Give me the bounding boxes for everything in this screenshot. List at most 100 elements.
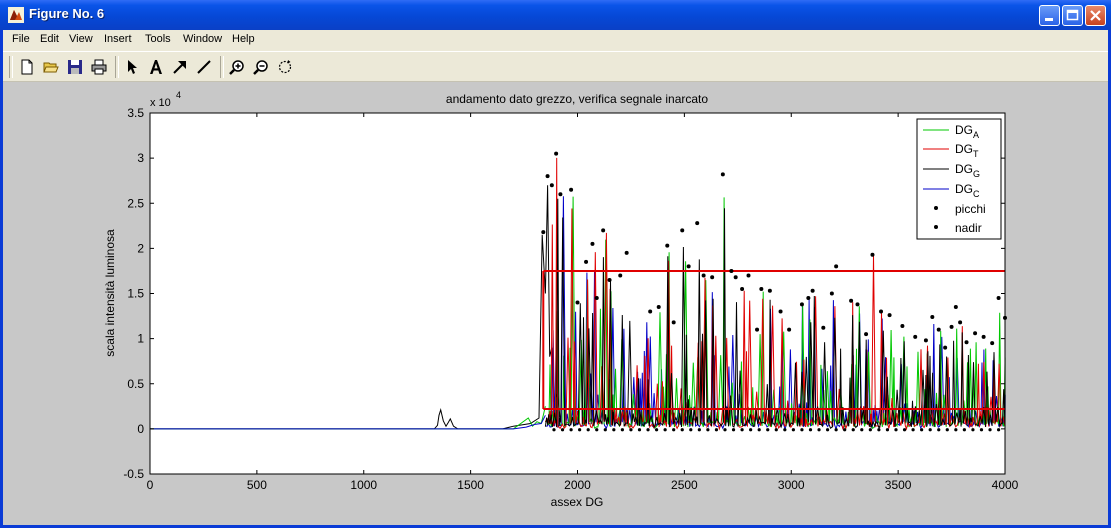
peak-marker	[855, 302, 860, 307]
peak-marker	[879, 309, 884, 314]
menu-edit[interactable]: Edit	[40, 33, 59, 45]
minimize-button[interactable]	[1039, 5, 1060, 26]
legend[interactable]: DGA DGT DGG DGC picchi nadir	[916, 118, 1002, 240]
nadir-marker	[672, 428, 676, 432]
nadir-marker	[877, 428, 881, 432]
peak-marker	[671, 320, 676, 325]
nadir-marker	[697, 428, 701, 432]
nadir-marker	[595, 428, 599, 432]
menu-tools[interactable]: Tools	[145, 33, 171, 45]
peak-marker	[787, 327, 792, 332]
y-tick-label: 2.5	[127, 196, 144, 210]
peak-marker	[656, 305, 661, 310]
insert-text-button[interactable]	[146, 57, 166, 77]
new-file-button[interactable]	[17, 57, 37, 77]
peak-marker	[806, 296, 811, 301]
nadir-marker	[774, 428, 778, 432]
menu-bar: File Edit View Insert Tools Window Help	[3, 30, 1108, 49]
nadir-marker	[902, 428, 907, 432]
nadir-marker	[868, 428, 872, 432]
select-button[interactable]	[122, 57, 142, 77]
nadir-marker	[911, 428, 915, 432]
figure-window: Figure No. 6 File Edit View Insert Tools…	[0, 0, 1111, 528]
x-tick-label: 3500	[885, 478, 912, 492]
y-tick-label: 0	[137, 422, 144, 436]
nadir-marker	[586, 428, 590, 432]
minimize-icon	[1045, 18, 1053, 21]
zoom-in-button[interactable]	[227, 57, 247, 77]
menu-insert[interactable]: Insert	[104, 33, 132, 45]
legend-label-nadir: nadir	[955, 221, 982, 235]
nadir-marker	[817, 428, 821, 432]
peak-marker	[584, 259, 589, 264]
nadir-marker	[843, 428, 847, 432]
insert-arrow-button[interactable]	[170, 57, 190, 77]
y-tick-label: 0.5	[127, 377, 144, 391]
peak-marker	[943, 345, 948, 350]
nadir-marker	[560, 428, 565, 432]
x-tick-label: 3000	[778, 478, 805, 492]
maximize-icon	[1066, 9, 1079, 21]
legend-label-picchi: picchi	[955, 202, 986, 216]
menu-help[interactable]: Help	[232, 33, 255, 45]
y-exponent-power: 4	[176, 90, 181, 100]
peak-marker	[949, 324, 954, 329]
menu-window[interactable]: Window	[183, 33, 222, 45]
nadir-marker	[800, 428, 804, 432]
save-button[interactable]	[65, 57, 85, 77]
nadir-marker	[757, 428, 761, 432]
peak-marker	[618, 273, 623, 278]
nadir-marker	[928, 428, 932, 432]
zoom-out-button[interactable]	[251, 57, 271, 77]
rotate-icon	[278, 60, 292, 74]
peak-marker	[767, 288, 772, 293]
insert-line-button[interactable]	[194, 57, 214, 77]
maximize-button[interactable]	[1062, 5, 1083, 26]
print-icon	[91, 59, 107, 75]
x-tick-label: 0	[147, 478, 154, 492]
zoom-out-icon	[253, 60, 268, 75]
peak-marker	[680, 228, 685, 233]
x-tick-label: 1000	[350, 478, 377, 492]
rotate-button[interactable]	[275, 57, 295, 77]
nadir-marker	[791, 428, 795, 432]
y-tick-label: 3.5	[127, 106, 144, 120]
y-tick-label: 2	[137, 241, 144, 255]
peak-marker	[569, 187, 574, 192]
nadir-marker	[885, 428, 890, 432]
peak-marker	[930, 314, 935, 319]
menu-file[interactable]: File	[12, 33, 30, 45]
y-exponent-base: x 10	[150, 97, 171, 109]
menu-view[interactable]: View	[69, 33, 93, 45]
open-button[interactable]	[41, 57, 61, 77]
peak-marker	[601, 228, 606, 233]
nadir-marker	[663, 428, 667, 432]
peak-marker	[755, 327, 760, 332]
text-tool-icon	[150, 60, 162, 74]
title-bar[interactable]: Figure No. 6	[0, 0, 1111, 30]
arrow-tool-icon	[173, 61, 186, 74]
peak-marker	[913, 334, 918, 339]
peak-marker	[958, 320, 963, 325]
peak-marker	[541, 230, 546, 235]
nadir-marker	[654, 428, 659, 432]
peak-marker	[900, 323, 905, 328]
close-button[interactable]	[1085, 5, 1106, 26]
y-tick-label: 1.5	[127, 287, 144, 301]
nadir-marker	[706, 428, 710, 432]
peak-marker	[923, 338, 928, 343]
peak-marker	[759, 286, 764, 291]
nadir-marker	[954, 428, 958, 432]
peak-marker	[834, 264, 839, 269]
peak-marker	[821, 325, 826, 330]
x-tick-label: 2000	[564, 478, 591, 492]
peak-marker	[810, 288, 815, 293]
peak-marker	[887, 313, 892, 318]
toolbar	[3, 51, 1108, 82]
open-folder-icon	[43, 62, 59, 73]
print-button[interactable]	[89, 57, 109, 77]
peak-marker	[740, 286, 745, 291]
toolbar-separator	[115, 56, 119, 78]
plot-area: 0 500 1000 1500 2000 2500 3000 3500 4000-0.500.5…	[103, 90, 1019, 509]
peak-marker	[594, 296, 599, 301]
